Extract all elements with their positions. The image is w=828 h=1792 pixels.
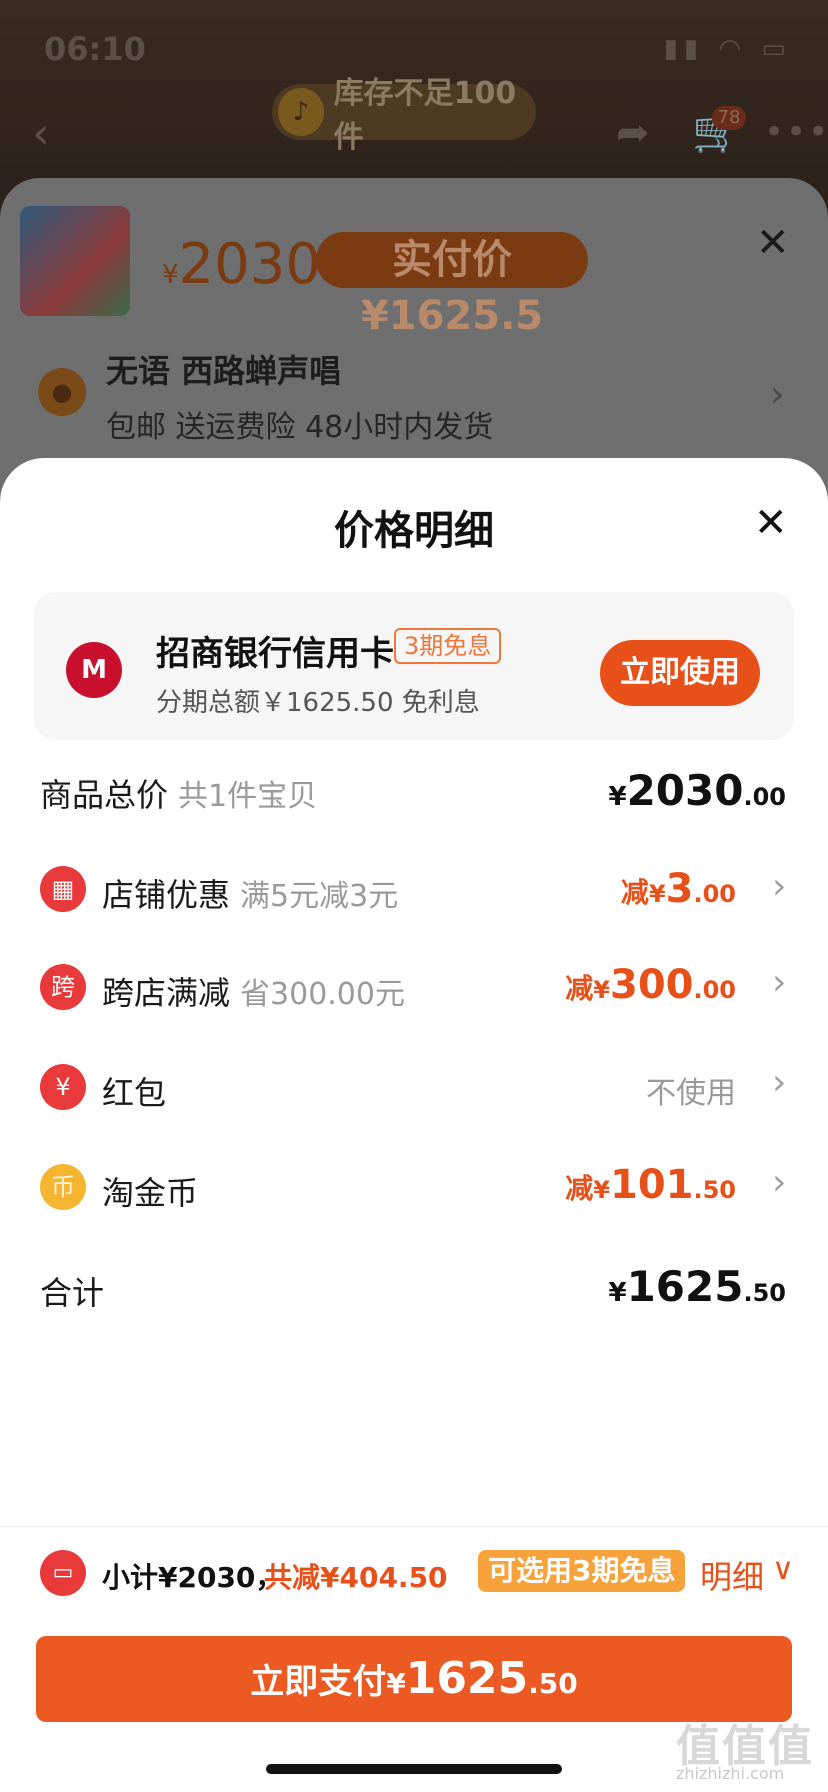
sheet-title: 价格明细 (334, 508, 494, 554)
installment-option-badge[interactable]: 可选用3期免息 (478, 1550, 686, 1592)
coupon-ticket-icon: ▭ (40, 1550, 86, 1596)
taojinbi-amount: 减¥101.50 (565, 1162, 736, 1208)
subtotal-text: 小计¥2030， (102, 1561, 284, 1594)
row-label: 合计 (40, 1274, 105, 1312)
row-total: 合计 (40, 1268, 104, 1314)
row-note: 满5元减3元 (240, 879, 399, 914)
back-arrow-icon[interactable]: ‹ (32, 108, 50, 159)
cross-store-discount-amount: 减¥300.00 (565, 962, 736, 1008)
row-goods-total: 商品总价 共1件宝贝 (40, 770, 317, 816)
background-price: ¥2030 (162, 232, 322, 297)
chevron-right-icon[interactable]: › (772, 1062, 786, 1103)
store-discount-amount: 减¥3.00 (620, 866, 736, 912)
row-label: 红包 (102, 1074, 167, 1112)
shipping-address: 无语 西路蝉声唱 (106, 352, 342, 390)
total-amount: ¥1625.50 (608, 1262, 786, 1311)
bell-icon: ♪ (278, 88, 324, 136)
home-indicator (266, 1764, 562, 1774)
row-note: 共1件宝贝 (178, 779, 318, 814)
chevron-right-icon[interactable]: › (772, 962, 786, 1003)
footer-divider (0, 1526, 828, 1527)
detail-toggle[interactable]: 明细 (700, 1552, 764, 1598)
row-taojinbi[interactable]: 淘金币 (102, 1168, 198, 1214)
use-now-button[interactable]: 立即使用 (600, 640, 760, 706)
bank-name: 招商银行信用卡 (156, 634, 394, 674)
row-red-envelope[interactable]: 红包 (102, 1068, 166, 1114)
signal-wifi-battery-icon: ▮▮ ◠ ▭ (663, 34, 792, 64)
status-time: 06:10 (44, 30, 146, 68)
background-paid-price: 实付价 ¥1625.5 (316, 232, 588, 339)
cart-count-badge: 78 (712, 106, 746, 130)
watermark-url: zhizhizhi.com (676, 1764, 785, 1783)
chevron-right-icon: › (770, 374, 785, 415)
share-icon[interactable]: ➦ (616, 110, 650, 156)
stock-notice-text: 库存不足100件 (333, 76, 517, 155)
chevron-down-icon[interactable]: ∨ (772, 1552, 794, 1587)
product-thumbnail (20, 206, 130, 316)
row-cross-store-discount[interactable]: 跨店满减 省300.00元 (102, 968, 405, 1014)
goods-total-amount: ¥2030.00 (608, 766, 786, 815)
row-label: 淘金币 (102, 1174, 199, 1212)
more-icon[interactable]: ••• (764, 112, 828, 152)
kua-badge-icon: 跨 (40, 964, 86, 1010)
chevron-right-icon[interactable]: › (772, 866, 786, 907)
store-icon: ▦ (40, 866, 86, 912)
coin-icon: 币 (40, 1164, 86, 1210)
shipping-info: 包邮 送运费险 48小时内发货 (106, 410, 494, 445)
row-label: 跨店满减 (102, 974, 231, 1012)
location-pin-icon: ● (38, 368, 86, 416)
row-label: 商品总价 (40, 776, 169, 814)
row-label: 店铺优惠 (102, 876, 231, 914)
stock-notice: ♪ 库存不足100件 (272, 76, 536, 155)
row-store-discount[interactable]: 店铺优惠 满5元减3元 (102, 870, 398, 916)
red-envelope-value: 不使用 (646, 1076, 736, 1111)
bank-logo-icon: M (66, 642, 122, 698)
red-envelope-icon: ¥ (40, 1064, 86, 1110)
total-saved-text: 共减¥404.50 (264, 1561, 448, 1594)
close-icon[interactable]: ✕ (754, 500, 788, 546)
row-note: 省300.00元 (240, 977, 405, 1012)
installment-free-badge: 3期免息 (394, 628, 502, 664)
installment-total: 分期总额￥1625.50 免利息 (156, 688, 480, 718)
chevron-right-icon[interactable]: › (772, 1162, 786, 1203)
background-close-icon: ✕ (756, 220, 790, 266)
